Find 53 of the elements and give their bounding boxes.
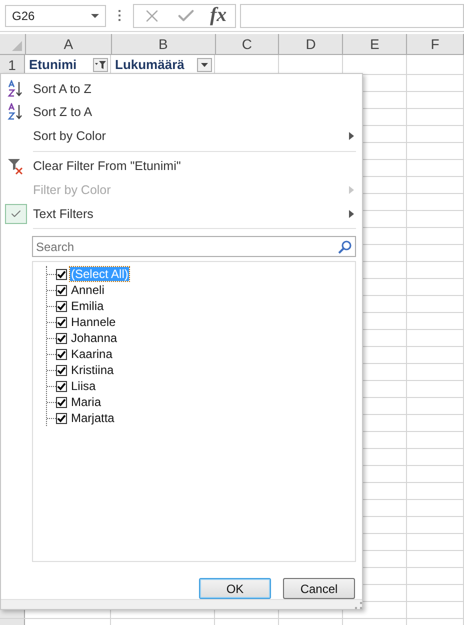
menu-item[interactable]: Text Filters [1, 202, 362, 226]
checkbox[interactable] [56, 284, 67, 296]
clear-filter-icon [6, 157, 24, 176]
sort-descending-icon [6, 103, 24, 122]
checkbox[interactable] [56, 396, 67, 408]
checkbox[interactable] [56, 364, 67, 376]
menu-item[interactable]: Clear Filter From "Etunimi" [1, 154, 362, 178]
caret-icon [201, 62, 208, 66]
row-header[interactable]: 1 [0, 55, 25, 74]
insert-function-button[interactable]: fx [210, 4, 227, 27]
list-item[interactable]: Johanna [70, 331, 118, 346]
menu-item[interactable]: Sort A to Z [1, 76, 362, 101]
checkbox[interactable] [56, 268, 67, 280]
sort-ascending-icon [6, 80, 24, 98]
submenu-arrow-icon [349, 186, 354, 194]
list-item[interactable]: Maria [70, 395, 102, 410]
filter-button[interactable] [93, 58, 108, 72]
search-field[interactable]: Search [32, 236, 356, 258]
ok-button[interactable]: OK [199, 578, 271, 600]
caret-icon [91, 14, 99, 18]
list-item[interactable]: Marjatta [70, 411, 116, 426]
list-item[interactable]: Liisa [70, 379, 97, 394]
submenu-arrow-icon [349, 132, 354, 140]
column-header[interactable]: F [407, 34, 464, 54]
table-cell: Etunimi [29, 57, 77, 72]
menu-item[interactable]: Sort by Color [1, 124, 362, 148]
list-item[interactable]: Kaarina [70, 347, 114, 362]
menu-item[interactable]: Sort Z to A [1, 100, 362, 124]
list-item[interactable]: Kristiina [70, 363, 115, 378]
resize-grip-icon[interactable] [355, 602, 362, 609]
name-box[interactable]: G26 [5, 4, 106, 26]
column-header[interactable]: E [343, 34, 408, 54]
checkbox[interactable] [56, 412, 67, 424]
list-item[interactable]: Anneli [70, 283, 106, 298]
search-icon [338, 240, 352, 254]
list-item[interactable]: Hannele [70, 315, 117, 330]
checkbox[interactable] [56, 332, 67, 344]
list-item[interactable]: Emilia [70, 299, 105, 314]
filter-button[interactable] [197, 58, 212, 72]
column-header[interactable]: C [216, 34, 280, 54]
checkbox[interactable] [56, 300, 67, 312]
column-header[interactable]: D [279, 34, 344, 54]
column-header[interactable]: B [112, 34, 216, 54]
column-header[interactable]: A [26, 34, 112, 54]
cancel-button[interactable]: Cancel [283, 578, 355, 600]
checkbox[interactable] [56, 380, 67, 392]
submenu-arrow-icon [349, 210, 354, 218]
checkbox[interactable] [56, 348, 67, 360]
filter-icon [95, 60, 106, 68]
table-cell: Lukumäärä [115, 57, 184, 72]
more-icon[interactable] [118, 10, 121, 21]
formula-input-field[interactable] [240, 4, 464, 28]
checkbox[interactable] [56, 316, 67, 328]
